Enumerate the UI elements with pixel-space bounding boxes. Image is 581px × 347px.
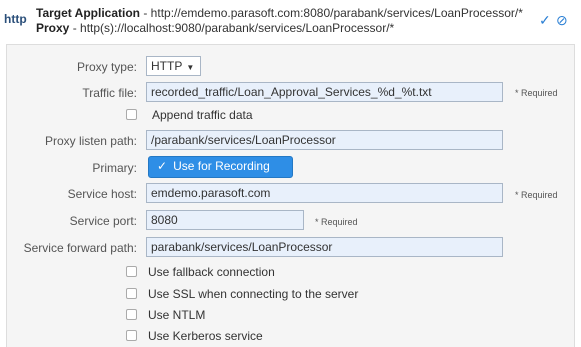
- target-value: - http://emdemo.parasoft.com:8080/paraba…: [140, 6, 523, 20]
- ntlm-label: Use NTLM: [148, 308, 206, 322]
- service-port-input[interactable]: 8080: [146, 210, 304, 230]
- check-icon: ✓: [157, 159, 168, 173]
- append-traffic-checkbox[interactable]: [126, 109, 137, 120]
- ntlm-checkbox[interactable]: [126, 309, 137, 320]
- service-forward-path-input[interactable]: parabank/services/LoanProcessor: [146, 237, 503, 257]
- protocol-label: http: [4, 12, 27, 26]
- service-forward-path-label: Service forward path:: [23, 241, 137, 255]
- caret-down-icon: ▼: [186, 63, 195, 72]
- use-for-recording-button[interactable]: ✓ Use for Recording: [148, 156, 293, 178]
- proxy-listen-path-input[interactable]: /parabank/services/LoanProcessor: [146, 130, 503, 150]
- traffic-file-required: * Required: [515, 88, 558, 98]
- service-host-label: Service host:: [67, 187, 137, 201]
- proxy-label: Proxy: [36, 21, 70, 35]
- proxy-line: Proxy - http(s)://localhost:9080/paraban…: [36, 21, 394, 35]
- kerberos-checkbox[interactable]: [126, 330, 137, 341]
- append-traffic-label: Append traffic data: [152, 108, 253, 122]
- proxy-header: http Target Application - http://emdemo.…: [0, 0, 581, 44]
- proxy-type-select[interactable]: HTTP ▼: [146, 56, 201, 76]
- kerberos-label: Use Kerberos service: [148, 329, 263, 343]
- service-host-required: * Required: [515, 190, 558, 200]
- traffic-file-input[interactable]: recorded_traffic/Loan_Approval_Services_…: [146, 82, 503, 102]
- proxy-listen-path-label: Proxy listen path:: [44, 134, 137, 148]
- primary-label: Primary:: [92, 161, 137, 175]
- check-icon[interactable]: ✓: [539, 13, 551, 27]
- ssl-label: Use SSL when connecting to the server: [148, 287, 359, 301]
- ssl-checkbox[interactable]: [126, 288, 137, 299]
- service-host-input[interactable]: emdemo.parasoft.com: [146, 183, 503, 203]
- service-port-label: Service port:: [69, 214, 137, 228]
- traffic-file-label: Traffic file:: [82, 86, 137, 100]
- use-for-recording-label: Use for Recording: [173, 159, 270, 173]
- proxy-type-label: Proxy type:: [76, 60, 137, 74]
- target-label: Target Application: [36, 6, 141, 20]
- disable-icon[interactable]: ⊘: [556, 13, 568, 27]
- service-port-required: * Required: [315, 217, 358, 227]
- proxy-value: - http(s)://localhost:9080/parabank/serv…: [69, 21, 395, 35]
- target-application-line: Target Application - http://emdemo.paras…: [36, 6, 523, 20]
- proxy-type-value: HTTP: [151, 59, 183, 73]
- fallback-connection-label: Use fallback connection: [148, 265, 275, 279]
- fallback-connection-checkbox[interactable]: [126, 266, 137, 277]
